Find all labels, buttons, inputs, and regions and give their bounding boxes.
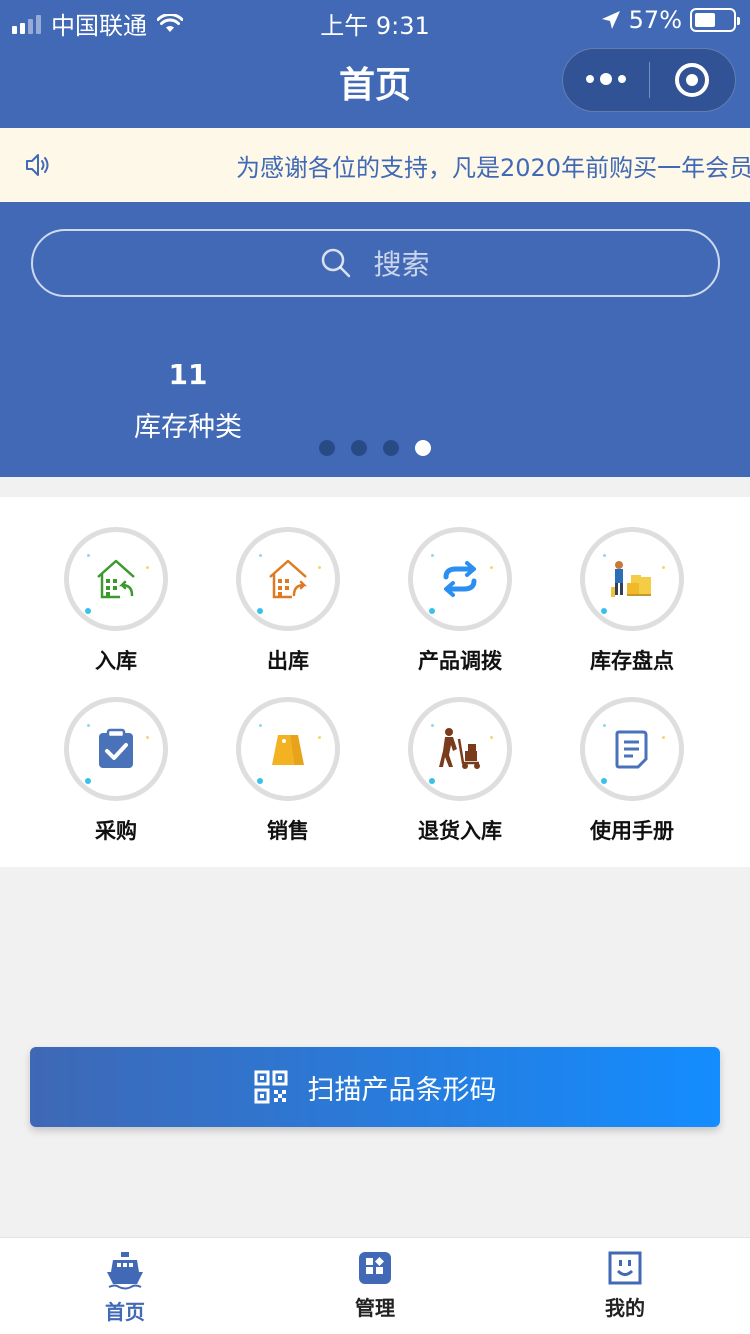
grid-item-purchase[interactable]: 采购 xyxy=(30,697,202,867)
hand-truck-icon xyxy=(439,728,480,769)
notice-text: 为感谢各位的支持，凡是2020年前购买一年会员 xyxy=(236,154,750,182)
navigation-bar: 首页 xyxy=(0,40,750,128)
grid-item-stock-in[interactable]: 入库 xyxy=(30,527,202,697)
grid-item-label: 销售 xyxy=(267,819,309,843)
tab-home[interactable]: 首页 xyxy=(0,1238,250,1334)
grid-item-label: 使用手册 xyxy=(590,819,674,843)
location-arrow-icon xyxy=(601,11,620,29)
grid-item-stock-out[interactable]: 出库 xyxy=(202,527,374,697)
indicator-dot[interactable] xyxy=(383,440,399,456)
status-bar: 中国联通 上午 9:31 57% xyxy=(0,0,750,40)
stock-stat[interactable]: 11 库存种类 xyxy=(120,358,256,444)
battery-percent: 57% xyxy=(628,6,682,34)
grid-item-label: 产品调拨 xyxy=(418,649,502,673)
function-grid: 入库 出库 产品调拨 库存盘点 采购 销售 退货入库 使用手册 xyxy=(0,497,750,867)
transfer-icon xyxy=(443,561,477,597)
qr-code-icon xyxy=(254,1070,287,1104)
notice-bar[interactable]: 为感谢各位的支持，凡是2020年前购买一年会员 xyxy=(0,128,750,202)
grid-item-sales[interactable]: 销售 xyxy=(202,697,374,867)
warehouse-in-icon xyxy=(97,559,135,599)
tab-manage[interactable]: 管理 xyxy=(250,1238,500,1334)
grid-item-label: 采购 xyxy=(95,819,137,843)
banner: 搜索 11 库存种类 xyxy=(0,202,750,477)
grid-item-return[interactable]: 退货入库 xyxy=(374,697,546,867)
grid-item-transfer[interactable]: 产品调拨 xyxy=(374,527,546,697)
close-mini-program-button[interactable] xyxy=(650,63,736,97)
battery-icon xyxy=(690,8,740,32)
ship-icon xyxy=(107,1252,143,1290)
price-tag-icon xyxy=(272,735,304,765)
search-input[interactable]: 搜索 xyxy=(31,229,720,297)
apps-icon xyxy=(359,1252,391,1284)
search-placeholder: 搜索 xyxy=(373,248,430,281)
grid-item-stocktake[interactable]: 库存盘点 xyxy=(546,527,718,697)
tab-profile[interactable]: 我的 xyxy=(500,1238,750,1334)
grid-item-label: 库存盘点 xyxy=(590,649,674,673)
grid-item-label: 出库 xyxy=(267,649,309,673)
indicator-dot[interactable] xyxy=(351,440,367,456)
stat-value: 11 xyxy=(168,358,208,391)
inventory-check-icon xyxy=(611,561,651,597)
scan-button-label: 扫描产品条形码 xyxy=(307,1074,497,1106)
warehouse-out-icon xyxy=(269,559,308,599)
speaker-icon xyxy=(26,154,49,176)
scan-barcode-button[interactable]: 扫描产品条形码 xyxy=(30,1047,720,1127)
mini-program-capsule xyxy=(562,48,736,112)
grid-item-label: 退货入库 xyxy=(418,819,502,843)
carousel-indicator xyxy=(319,440,431,456)
target-icon xyxy=(675,63,710,97)
clipboard-check-icon xyxy=(99,728,133,768)
more-menu-button[interactable] xyxy=(563,73,649,85)
indicator-dot-active[interactable] xyxy=(415,440,431,456)
tab-bar: 首页 管理 我的 xyxy=(0,1237,750,1334)
stat-label: 库存种类 xyxy=(134,412,242,443)
search-icon xyxy=(322,248,351,278)
tab-label: 首页 xyxy=(105,1300,145,1324)
document-icon xyxy=(615,730,648,769)
face-icon xyxy=(608,1251,642,1285)
tab-label: 管理 xyxy=(355,1296,395,1320)
indicator-dot[interactable] xyxy=(319,440,335,456)
grid-item-manual[interactable]: 使用手册 xyxy=(546,697,718,867)
tab-label: 我的 xyxy=(605,1296,645,1320)
grid-item-label: 入库 xyxy=(95,649,137,673)
